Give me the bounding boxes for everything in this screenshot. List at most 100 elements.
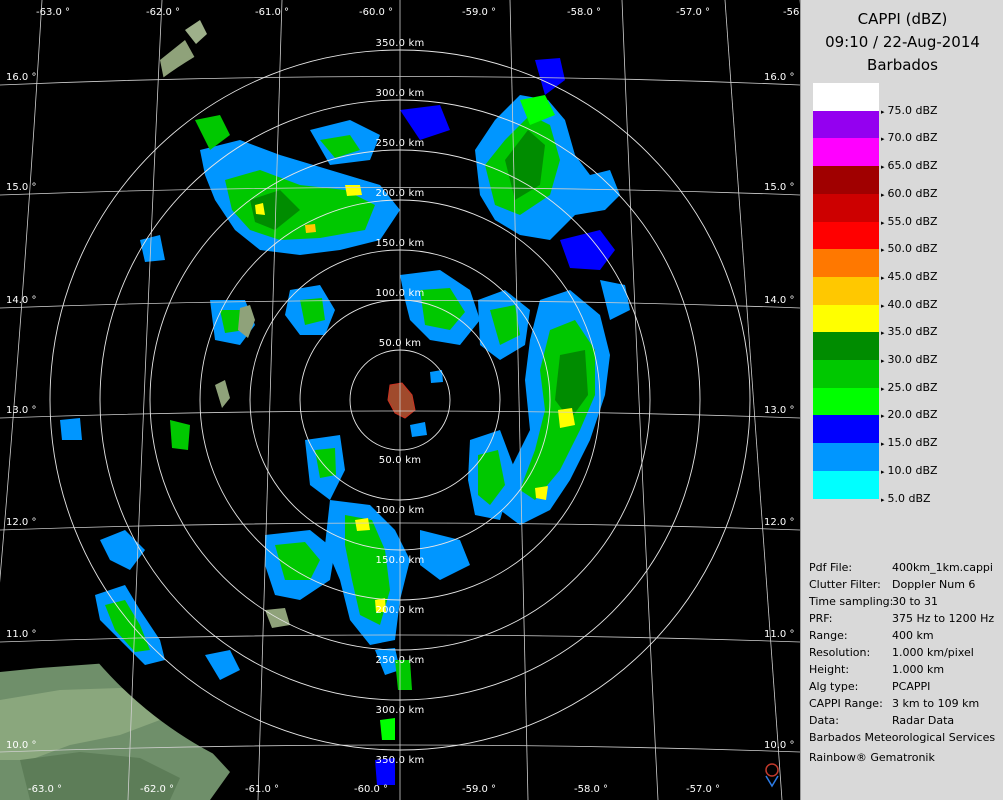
lon-label-bottom: -63.0 ° <box>28 784 63 795</box>
metadata-key: Alg type: <box>809 680 859 693</box>
software-label: Rainbow® Gematronik <box>809 751 935 764</box>
range-label-north: 50.0 km <box>378 338 422 349</box>
metadata-row: Range: 400 km <box>809 627 1001 644</box>
lat-label-left: 13.0 ° <box>6 405 37 416</box>
metadata-key: Range: <box>809 629 848 642</box>
range-label-north: 350.0 km <box>375 38 425 49</box>
legend-swatch <box>813 138 879 167</box>
legend-swatch <box>813 221 879 250</box>
legend-swatch <box>813 276 879 306</box>
range-label-south: 300.0 km <box>375 705 425 716</box>
metadata-value: 400km_1km.cappi <box>892 561 993 574</box>
range-label-north: 150.0 km <box>375 238 425 249</box>
metadata-key: Pdf File: <box>809 561 853 574</box>
metadata-key: Time sampling: <box>809 595 894 608</box>
lon-label-top: -63.0 ° <box>36 7 71 18</box>
metadata-row: Pdf File: 400km_1km.cappi <box>809 559 1001 576</box>
lat-label-right: 13.0 ° <box>764 405 795 416</box>
organization-label: Barbados Meteorological Services <box>809 731 996 744</box>
lat-label-right: 12.0 ° <box>764 517 795 528</box>
lon-label-top: -61.0 ° <box>255 7 290 18</box>
lat-label-left: 12.0 ° <box>6 517 37 528</box>
range-label-south: 50.0 km <box>378 455 422 466</box>
legend-swatch <box>813 332 879 361</box>
lat-label-left: 14.0 ° <box>6 295 37 306</box>
legend-swatch <box>813 360 879 389</box>
legend-label: 30.0 dBZ <box>881 353 938 366</box>
legend-swatch <box>813 110 879 139</box>
lat-label-left: 11.0 ° <box>6 629 37 640</box>
radar-canvas <box>0 0 800 800</box>
range-label-south: 100.0 km <box>375 505 425 516</box>
legend-swatch <box>813 249 879 278</box>
legend-label: 65.0 dBZ <box>881 159 938 172</box>
metadata-row: PRF: 375 Hz to 1200 Hz <box>809 610 1001 627</box>
range-label-south: 250.0 km <box>375 655 425 666</box>
metadata-row: Clutter Filter: Doppler Num 6 <box>809 576 1001 593</box>
lon-label-bottom: -60.0 ° <box>354 784 389 795</box>
legend-swatch <box>813 83 879 112</box>
lat-label-right: 10.0 ° <box>764 740 795 751</box>
metadata-key: CAPPI Range: <box>809 697 883 710</box>
legend-swatch <box>813 470 879 499</box>
lat-label-right: 14.0 ° <box>764 295 795 306</box>
legend-label: 25.0 dBZ <box>881 381 938 394</box>
legend-swatch <box>813 304 879 333</box>
legend-label: 50.0 dBZ <box>881 242 938 255</box>
lon-label-bottom: -58.0 ° <box>574 784 609 795</box>
legend-label: 35.0 dBZ <box>881 325 938 338</box>
lat-label-right: 16.0 ° <box>764 72 795 83</box>
metadata-row: Height: 1.000 km <box>809 661 1001 678</box>
range-label-south: 350.0 km <box>375 755 425 766</box>
legend-label: 45.0 dBZ <box>881 270 938 283</box>
metadata-value: PCAPPI <box>892 680 931 693</box>
range-label-north: 200.0 km <box>375 188 425 199</box>
metadata-value: 1.000 km <box>892 663 945 676</box>
legend-label: 60.0 dBZ <box>881 187 938 200</box>
range-label-north: 100.0 km <box>375 288 425 299</box>
timestamp: 09:10 / 22-Aug-2014 <box>825 33 980 51</box>
lat-label-right: 11.0 ° <box>764 629 795 640</box>
legend-label: 75.0 dBZ <box>881 104 938 117</box>
metadata-row: Alg type: PCAPPI <box>809 678 1001 695</box>
lon-label-top: -59.0 ° <box>462 7 497 18</box>
metadata-key: Height: <box>809 663 850 676</box>
lon-label-bottom: -59.0 ° <box>462 784 497 795</box>
lon-label-top: -58.0 ° <box>567 7 602 18</box>
product-title: CAPPI (dBZ) <box>857 10 948 28</box>
lat-label-left: 10.0 ° <box>6 740 37 751</box>
lat-label-right: 15.0 ° <box>764 182 795 193</box>
metadata-value: Radar Data <box>892 714 955 727</box>
legend-label: 15.0 dBZ <box>881 436 938 449</box>
legend-label: 70.0 dBZ <box>881 131 938 144</box>
radar-map: -63.0 ° -62.0 ° -61.0 ° -60.0 ° -59.0 ° … <box>0 0 800 800</box>
lat-label-left: 15.0 ° <box>6 182 37 193</box>
range-label-south: 150.0 km <box>375 555 425 566</box>
lon-label-bottom: -62.0 ° <box>140 784 175 795</box>
metadata-key: Resolution: <box>809 646 871 659</box>
metadata-value: 30 to 31 <box>892 595 939 608</box>
metadata-key: Data: <box>809 714 839 727</box>
logo-icon <box>765 763 779 788</box>
legend-label: 10.0 dBZ <box>881 464 938 477</box>
station-name: Barbados <box>867 56 938 74</box>
range-label-north: 300.0 km <box>375 88 425 99</box>
legend-label: 20.0 dBZ <box>881 408 938 421</box>
legend-swatch <box>813 193 879 222</box>
lon-label-top: -62.0 ° <box>146 7 181 18</box>
metadata-table: Pdf File: 400km_1km.cappi Clutter Filter: D… <box>809 559 1001 729</box>
lon-label-top: -60.0 ° <box>359 7 394 18</box>
metadata-row: Resolution: 1.000 km/pixel <box>809 644 1001 661</box>
legend-label: 40.0 dBZ <box>881 298 938 311</box>
range-label-north: 250.0 km <box>375 138 425 149</box>
lon-label-bottom: -57.0 ° <box>686 784 721 795</box>
info-panel: CAPPI (dBZ) 09:10 / 22-Aug-2014 Barbados… <box>800 0 1003 800</box>
metadata-value: 1.000 km/pixel <box>892 646 974 659</box>
metadata-value: 400 km <box>892 629 934 642</box>
lon-label-top: -56 <box>783 7 800 18</box>
metadata-value: 375 Hz to 1200 Hz <box>892 612 995 625</box>
lon-label-bottom: -61.0 ° <box>245 784 280 795</box>
legend-label: 55.0 dBZ <box>881 215 938 228</box>
metadata-value: 3 km to 109 km <box>892 697 980 710</box>
legend-swatch <box>813 387 879 416</box>
